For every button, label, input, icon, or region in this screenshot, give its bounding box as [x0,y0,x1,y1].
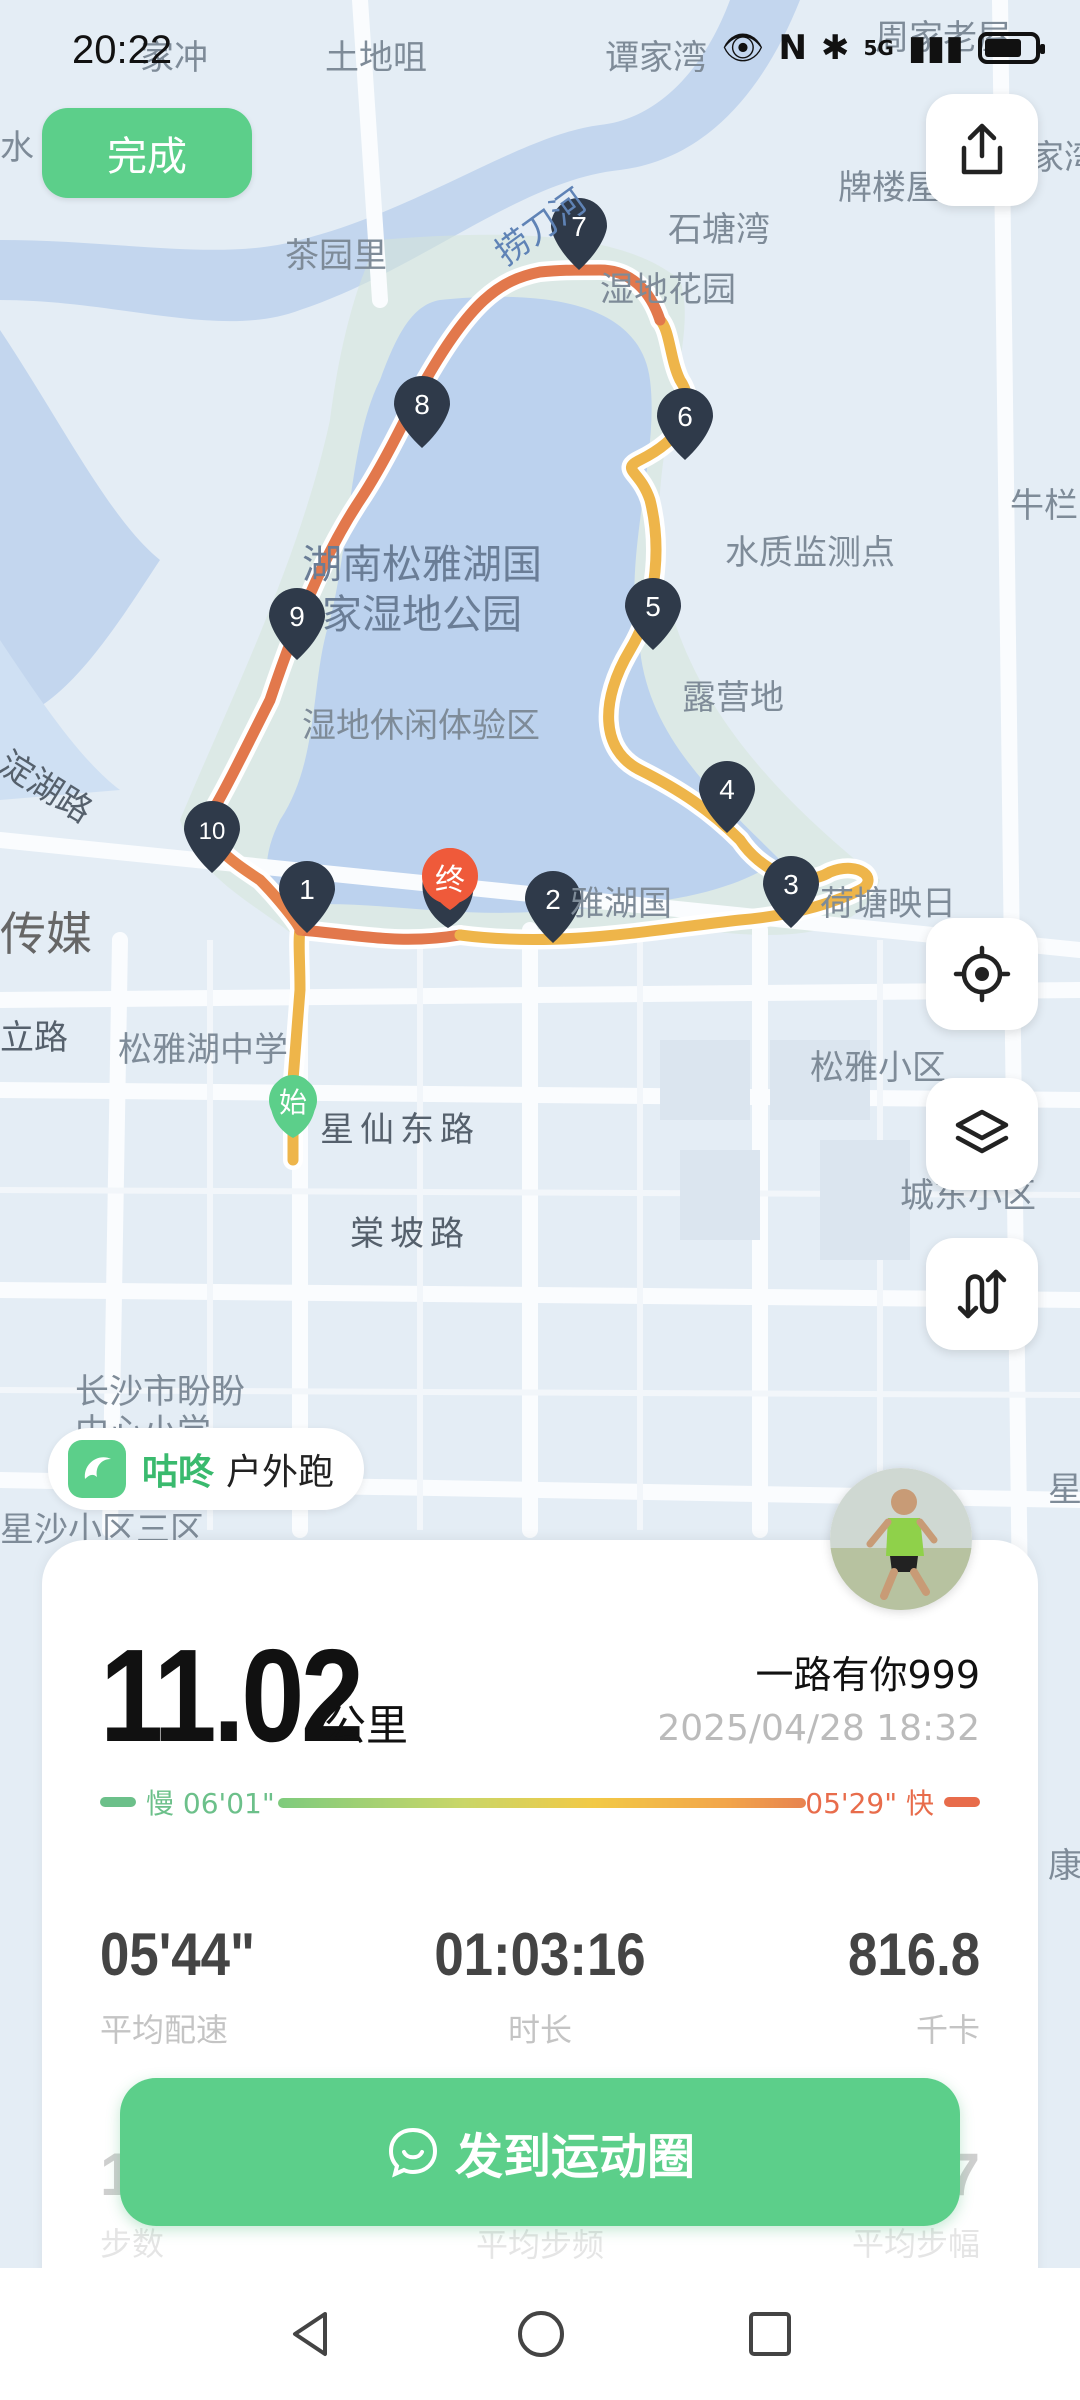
map-label: 茶园里 [285,236,387,276]
bluetooth-icon: ✱ [821,28,850,68]
km-marker-label: 8 [414,389,430,420]
smile-chat-icon [388,2127,437,2178]
avatar[interactable] [830,1468,972,1610]
stat-calories: 816.8 千卡 [830,1920,980,2051]
slow-dash [100,1797,136,1807]
map-label: 水 [0,128,34,168]
stat-value: 816.8 [847,1921,980,1988]
distance-value: 11.02 [100,1622,364,1769]
locate-icon[interactable] [926,918,1038,1030]
pace-fast-label: 05'29" 快 [805,1787,934,1820]
system-nav-bar [0,2268,1080,2400]
pace-gradient-bar [278,1798,806,1808]
map-label: 家湿地公园 [322,592,522,638]
map-label: 雅湖国 [570,884,672,924]
map-label: 棠坡路 [350,1214,470,1254]
map-label: 星 [1048,1470,1080,1510]
stat-label: 千卡 [915,2011,980,2049]
activity-type: 户外跑 [226,1452,335,1493]
back-icon[interactable] [285,2308,335,2360]
km-marker-label: 2 [545,884,561,915]
home-icon[interactable] [515,2308,567,2360]
map-label: 松雅湖中学 [118,1030,288,1070]
codoon-logo-icon [68,1440,126,1498]
app-badge: 咕咚 户外跑 [48,1428,365,1510]
km-marker-label: 3 [783,869,799,900]
done-button[interactable]: 完成 [42,108,252,198]
signal-bars-icon: ▮▮▮ [907,28,964,68]
km-marker-label: 6 [677,401,693,432]
map-label: 传媒 [0,907,92,961]
battery-icon [978,32,1045,64]
eye-icon: 👁 [721,28,765,68]
map-label: 牛栏 [1010,486,1078,526]
map-label: 牌楼屋 [838,168,940,208]
username: 一路有你999 [755,1653,980,1697]
signal-label: 5G [863,36,894,60]
app-brand: 咕咚 [142,1452,215,1493]
route-toggle-icon[interactable] [926,1238,1038,1350]
status-time: 20:22 [72,28,173,72]
end-label: 终 [435,863,465,898]
map-label: 露营地 [682,678,784,718]
nfc-icon: N [778,28,808,68]
activity-datetime: 2025/04/28 18:32 [657,1708,980,1749]
fast-dash [944,1797,980,1807]
share-icon[interactable] [926,94,1038,206]
layers-icon[interactable] [926,1078,1038,1190]
pace-slow-label: 慢 06'01" [146,1787,275,1820]
map-label: 石塘湾 [668,210,770,250]
recents-icon[interactable] [745,2308,795,2360]
map-label: 松雅小区 [810,1048,946,1088]
km-marker-label: 9 [289,601,305,632]
distance-unit: 公里 [324,1701,409,1750]
share-to-feed-button[interactable]: 发到运动圈 [120,2078,960,2226]
map-label: 湿地休闲体验区 [302,706,540,746]
km-marker-label: 5 [645,591,661,622]
map-label: 立路 [0,1018,68,1058]
map-label: 荷塘映日 [820,884,956,924]
map-label: 康 [1048,1846,1080,1886]
km-marker-label: 1 [299,874,315,905]
pace-legend: 慢 06'01" 05'29" 快 [100,1778,980,1828]
map-label: 湿地花园 [600,270,736,310]
km-marker-label: 4 [719,774,735,805]
km-marker-label: 10 [199,818,226,845]
map-label: 星仙东路 [320,1110,480,1150]
map-label: 水质监测点 [725,533,895,573]
start-label: 始 [279,1086,307,1119]
status-bar: 20:22 👁 N ✱ 5G ▮▮▮ [0,22,1080,82]
share-label: 发到运动圈 [454,2129,695,2185]
